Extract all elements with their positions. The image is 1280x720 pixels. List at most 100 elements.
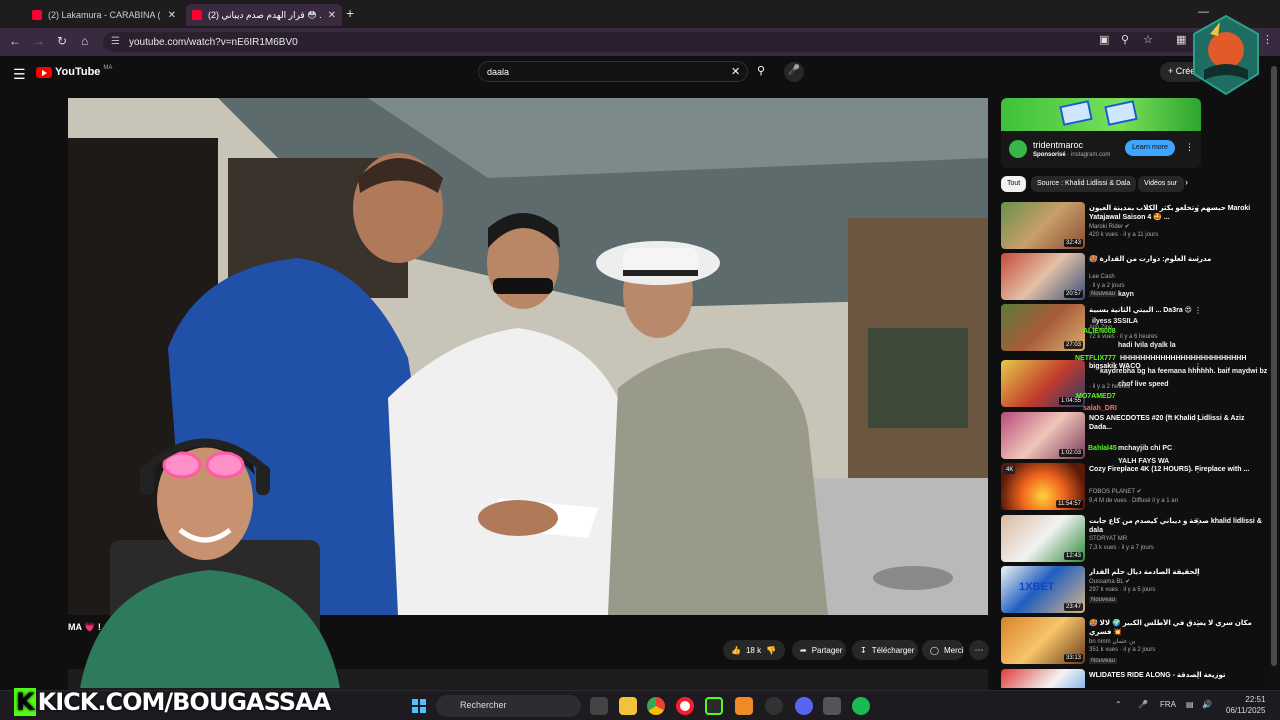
forward-arrow-icon[interactable]: →: [33, 34, 45, 48]
reload-icon[interactable]: ↻: [57, 34, 67, 48]
microphone-tray-icon[interactable]: 🎤: [1138, 700, 1148, 709]
list-item[interactable]: 33:13 🥵 مكان سري لا يصدق في الأطلس الكبي…: [1001, 617, 1271, 665]
thumbs-down-icon[interactable]: 👎: [766, 646, 776, 655]
video-thumbnail[interactable]: 20:57: [1001, 253, 1085, 300]
thanks-button[interactable]: ◯ Merci: [922, 640, 964, 660]
rec-title[interactable]: 🥵 مدرسة العلوم: دوارت من القدارة: [1089, 255, 1265, 264]
obs-icon[interactable]: [765, 697, 783, 715]
youtube-logo[interactable]: YouTube MA: [36, 65, 112, 78]
address-bar[interactable]: ☰ youtube.com/watch?v=nE6IR1M6BV0: [103, 32, 1233, 52]
rec-title[interactable]: NOS ANECDOTES #20 (ft Khalid Lidlissi & …: [1089, 414, 1265, 432]
site-settings-icon[interactable]: ☰: [111, 36, 120, 47]
bookmark-star-icon[interactable]: ☆: [1143, 33, 1153, 46]
kebab-menu-icon[interactable]: ⋮: [1194, 465, 1202, 474]
opera-icon[interactable]: [676, 697, 694, 715]
list-item[interactable]: 4K 11:54:57 Cozy Fireplace 4K (12 HOURS).…: [1001, 463, 1271, 511]
network-icon[interactable]: ▤: [1186, 700, 1194, 709]
chip-source[interactable]: Source : Khalid Lidlissi & Dala: [1031, 176, 1137, 192]
search-input[interactable]: daala: [478, 61, 748, 82]
back-arrow-icon[interactable]: ←: [9, 34, 21, 48]
learn-more-button[interactable]: Learn more: [1125, 140, 1175, 156]
list-item[interactable]: 32:43 حبسهم وتخلعو بكثر الكلاب بمدينة ال…: [1001, 202, 1271, 250]
browser-menu-icon[interactable]: ⋮: [1262, 33, 1273, 46]
browser-tab-bar: (2) Lakamura - CARABINA ( Offi ✕ (2) قرا…: [0, 0, 1280, 28]
download-button[interactable]: ↧ Télécharger: [852, 640, 918, 660]
chrome-icon[interactable]: [647, 697, 665, 715]
video-thumbnail[interactable]: 1XBET 23:47: [1001, 566, 1085, 613]
kebab-menu-icon[interactable]: ⋮: [1194, 671, 1202, 680]
store-icon[interactable]: [823, 697, 841, 715]
video-thumbnail[interactable]: 27:03: [1001, 304, 1085, 351]
rec-title[interactable]: حبسهم وتخلعو بكثر الكلاب بمدينة العيون M…: [1089, 204, 1265, 222]
list-item[interactable]: WLIDATES RIDE ALONG - توزيعة الصدقة ⋮: [1001, 669, 1271, 688]
list-item[interactable]: 1XBET 23:47 الحقيقة الصادمة ديال حلم الفد…: [1001, 566, 1271, 614]
kebab-menu-icon[interactable]: ⋮: [1194, 619, 1202, 628]
taskbar-search-box[interactable]: Rechercher: [436, 695, 581, 717]
tab-close-icon[interactable]: ✕: [168, 10, 176, 21]
rec-title[interactable]: Cozy Fireplace 4K (12 HOURS). Fireplace …: [1089, 465, 1265, 474]
language-indicator[interactable]: FRA: [1160, 700, 1176, 709]
install-app-icon[interactable]: ▣: [1099, 33, 1109, 46]
sponsored-ad[interactable]: tridentmaroc Sponsorisé · instagram.com …: [1001, 98, 1201, 168]
rec-channel[interactable]: Oussama BL ✔: [1089, 578, 1130, 585]
zoom-icon[interactable]: ⚲: [1121, 33, 1129, 46]
task-view-icon[interactable]: [590, 697, 608, 715]
video-thumbnail[interactable]: 33:13: [1001, 617, 1085, 664]
ad-menu-icon[interactable]: ⋮: [1185, 142, 1194, 153]
chip-related[interactable]: Vidéos sur: [1138, 176, 1184, 192]
kebab-menu-icon[interactable]: ⋮: [1194, 517, 1202, 526]
rec-title[interactable]: البيتي الثانية بسبية ... Da3ra 😍: [1089, 306, 1265, 315]
taskbar-clock[interactable]: 22:51 06/11/2025: [1226, 694, 1265, 716]
kebab-menu-icon[interactable]: ⋮: [1194, 204, 1202, 213]
browser-tab-active[interactable]: (2) قرار الهدم صدم ديباني 😳 ... ✕: [186, 4, 342, 26]
ad-banner-image[interactable]: [1001, 98, 1201, 131]
search-button[interactable]: ⚲: [750, 61, 772, 82]
video-thumbnail[interactable]: 1:02:03: [1001, 412, 1085, 459]
extensions-icon[interactable]: ▦: [1176, 33, 1186, 46]
rec-channel[interactable]: FOBOS PLANET ✔: [1089, 488, 1142, 495]
list-item[interactable]: 12:43 صدقة و ديباني كيصدم من كاع جابت kh…: [1001, 515, 1271, 563]
terminal-icon[interactable]: [705, 697, 723, 715]
video-thumbnail[interactable]: 12:43: [1001, 515, 1085, 562]
tray-overflow-icon[interactable]: ⌃: [1115, 700, 1122, 709]
discord-icon[interactable]: [795, 697, 813, 715]
rec-title[interactable]: الحقيقة الصادمة ديال حلم الفدار: [1089, 568, 1265, 577]
spotify-icon[interactable]: [852, 697, 870, 715]
app-icon[interactable]: [735, 697, 753, 715]
youtube-logo-text: YouTube: [55, 66, 101, 78]
more-actions-icon[interactable]: ⋯: [969, 640, 989, 660]
video-thumbnail[interactable]: 32:43: [1001, 202, 1085, 249]
rec-title[interactable]: 🥵 مكان سري لا يصدق في الأطلس الكبير 🌍 لا…: [1089, 619, 1265, 637]
new-tab-button[interactable]: +: [346, 5, 354, 21]
file-explorer-icon[interactable]: [619, 697, 637, 715]
browser-tab-lakamura[interactable]: (2) Lakamura - CARABINA ( Offi ✕: [26, 4, 182, 26]
list-item[interactable]: 20:57 🥵 مدرسة العلوم: دوارت من القدارة L…: [1001, 253, 1271, 301]
chevron-right-icon[interactable]: ›: [1185, 177, 1188, 187]
clear-search-icon[interactable]: ✕: [731, 65, 740, 78]
kebab-menu-icon[interactable]: ⋮: [1194, 568, 1202, 577]
voice-search-button[interactable]: 🎤: [784, 62, 804, 82]
rec-title[interactable]: صدقة و ديباني كيصدم من كاع جابت khalid l…: [1089, 517, 1265, 535]
windows-start-icon[interactable]: [412, 699, 426, 713]
scrollbar-thumb[interactable]: [1271, 66, 1277, 666]
kebab-menu-icon[interactable]: ⋮: [1194, 255, 1202, 264]
chip-all[interactable]: Tout: [1001, 176, 1027, 192]
rec-channel[interactable]: bn nmm بن عثمان: [1089, 638, 1135, 645]
like-dislike-button[interactable]: 👍 18 k 👎: [723, 640, 785, 660]
video-thumbnail[interactable]: 4K 11:54:57: [1001, 463, 1085, 510]
kebab-menu-icon[interactable]: ⋮: [1194, 306, 1202, 315]
new-badge: Nouveau: [1089, 291, 1118, 297]
video-thumbnail[interactable]: [1001, 669, 1085, 688]
hamburger-menu-icon[interactable]: ☰: [13, 66, 26, 83]
rec-channel[interactable]: STORYAT MR: [1089, 536, 1127, 542]
rec-channel[interactable]: Lee Cash: [1089, 274, 1115, 280]
home-icon[interactable]: ⌂: [81, 34, 88, 48]
rec-channel[interactable]: Maroki Rider ✔: [1089, 223, 1130, 230]
share-button[interactable]: ➦ Partager: [792, 640, 846, 660]
kebab-menu-icon[interactable]: ⋮: [1194, 414, 1202, 423]
rec-title[interactable]: WLIDATES RIDE ALONG - توزيعة الصدقة: [1089, 671, 1265, 680]
video-thumbnail[interactable]: 1:04:55: [1001, 360, 1085, 407]
list-item[interactable]: 1:02:03 NOS ANECDOTES #20 (ft Khalid Lid…: [1001, 412, 1271, 460]
volume-icon[interactable]: 🔊: [1202, 700, 1212, 709]
tab-close-icon[interactable]: ✕: [328, 10, 336, 21]
